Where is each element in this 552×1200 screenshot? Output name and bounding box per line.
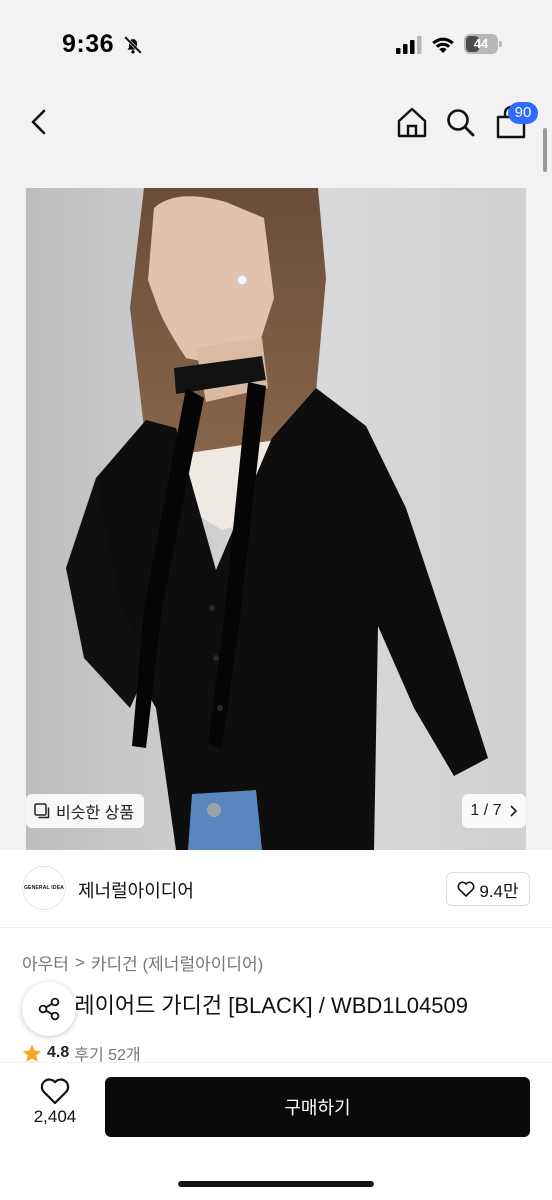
rating-value: 4.8 (47, 1044, 70, 1061)
search-icon[interactable] (442, 102, 478, 142)
brand-like-count: 9.4만 (479, 881, 519, 901)
product-title: 프 레이어드 가디건 [BLACK] / WBD1L04509 (48, 993, 468, 1018)
chevron-right-icon (509, 805, 517, 817)
brand-logo[interactable]: GENERAL IDEA (22, 866, 66, 910)
battery-icon: 44 (464, 34, 502, 54)
home-icon[interactable] (394, 102, 430, 142)
breadcrumb-subcategory[interactable]: 카디건 (제너럴아이디어) (91, 950, 263, 975)
product-photo (26, 188, 526, 850)
image-pager[interactable]: 1 / 7 (462, 794, 526, 828)
cart-count-badge: 90 (508, 102, 538, 124)
buy-button[interactable]: 구매하기 (105, 1077, 530, 1137)
brand-row: GENERAL IDEA 제너럴아이디어 9.4만 (0, 850, 552, 928)
brand-like-button[interactable]: 9.4만 (446, 872, 530, 906)
wifi-icon (432, 37, 454, 53)
scrollbar[interactable] (543, 128, 547, 172)
pager-text: 1 / 7 (470, 802, 502, 819)
breadcrumb-separator: > (74, 952, 85, 972)
status-time: 9:36 (62, 30, 115, 58)
product-image[interactable] (26, 188, 526, 850)
bell-slash-icon (123, 35, 143, 55)
heart-icon (457, 881, 475, 897)
brand-name[interactable]: 제너럴아이디어 (78, 877, 194, 903)
bottom-action-bar: 2,404 구매하기 (0, 1062, 552, 1200)
similar-products-button[interactable]: 비슷한 상품 (26, 794, 145, 828)
wishlist-button[interactable]: 2,404 (22, 1077, 88, 1141)
battery-level-text: 44 (473, 36, 489, 51)
chevron-left-icon[interactable] (22, 102, 58, 142)
similar-icon (34, 803, 50, 819)
home-indicator[interactable] (178, 1181, 374, 1187)
brand-logo-text: GENERAL IDEA (23, 885, 65, 891)
cellular-signal-icon (396, 36, 422, 54)
wishlist-count: 2,404 (33, 1107, 77, 1126)
top-navigation-bar (0, 92, 552, 162)
similar-products-label: 비슷한 상품 (56, 805, 135, 822)
status-bar: 9:36 44 (0, 0, 552, 92)
heart-icon (40, 1078, 70, 1105)
breadcrumb-category[interactable]: 아우터 (22, 950, 69, 975)
breadcrumb: 아우터 > 카디건 (제너럴아이디어) (22, 950, 263, 975)
share-button[interactable] (22, 982, 76, 1036)
star-icon (22, 1044, 42, 1062)
share-icon (38, 997, 60, 1021)
